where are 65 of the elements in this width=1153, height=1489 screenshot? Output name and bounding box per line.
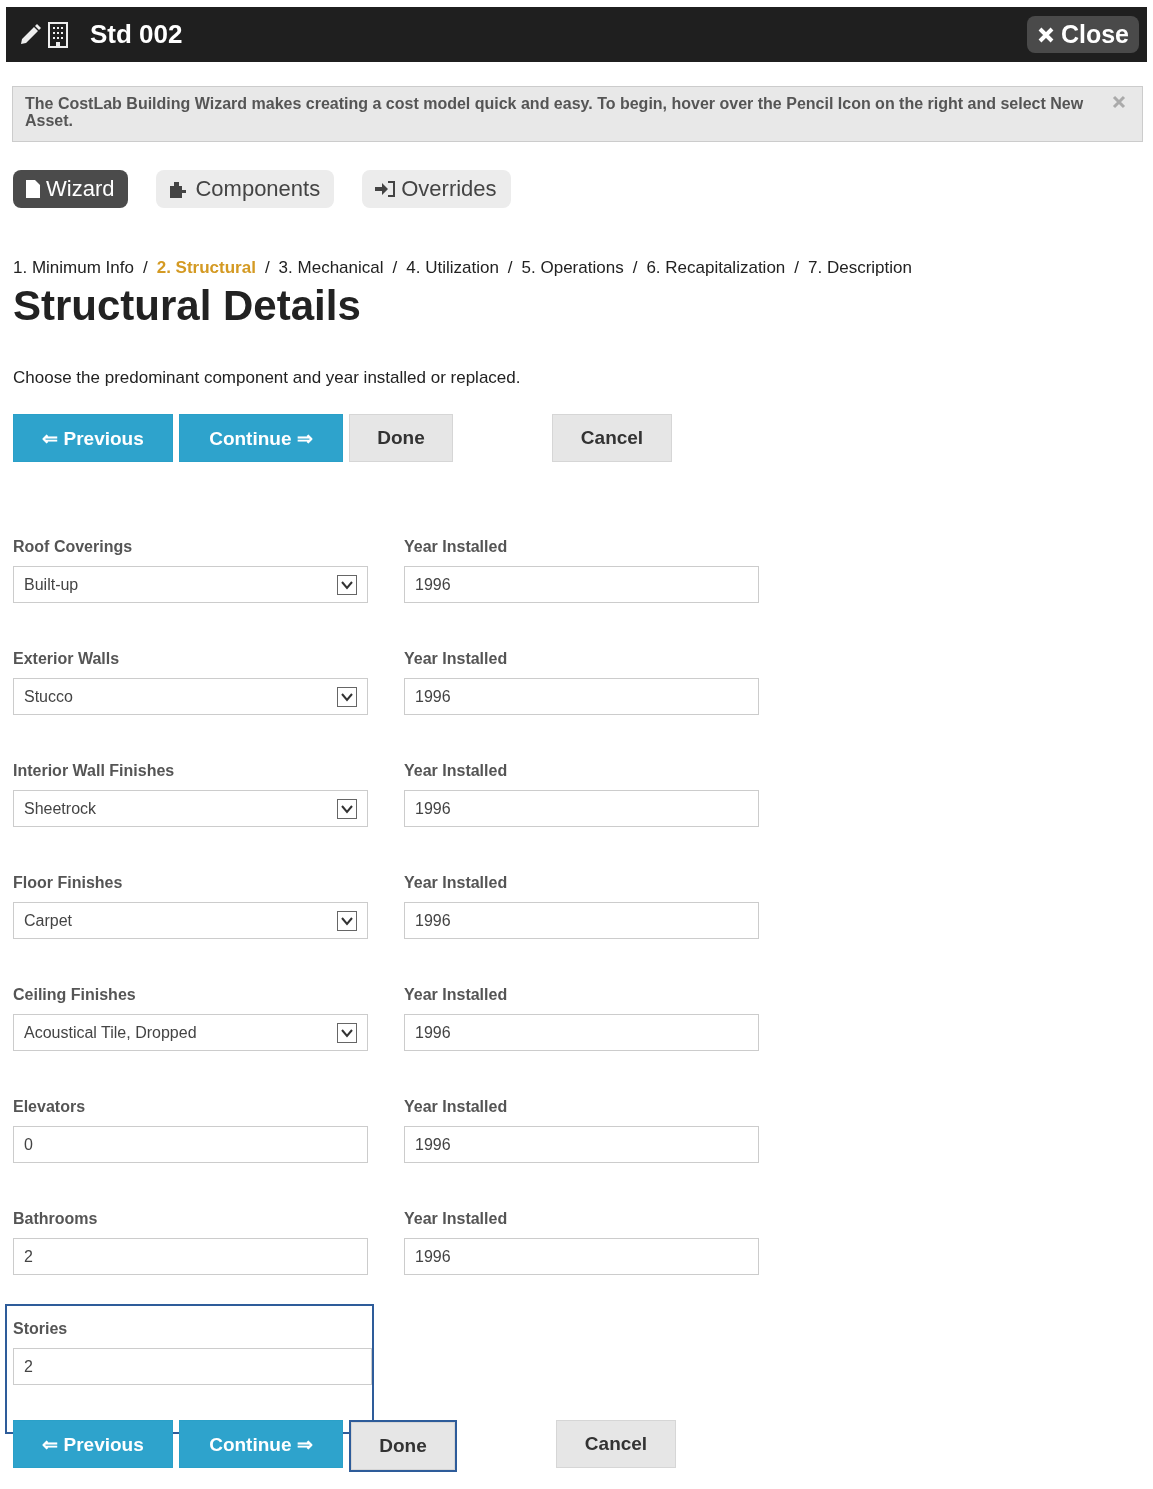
dropdown-icon (337, 686, 357, 707)
input-field[interactable]: 0 (13, 1126, 368, 1163)
field-label: Stories (13, 1320, 69, 1338)
field-label: Year Installed (404, 986, 509, 1004)
window-title: Std 002 (90, 19, 184, 50)
close-icon[interactable] (1112, 95, 1126, 109)
separator: / (142, 258, 148, 278)
info-text: The CostLab Building Wizard makes creating a cost model quick and easy. To begin, hover over the Pencil Icon on the right and select New Asset. (25, 95, 1085, 129)
field-label: Year Installed (404, 650, 509, 668)
input-field[interactable]: 1996 (404, 1126, 759, 1163)
cancel-button[interactable]: Cancel (556, 1420, 676, 1468)
dropdown-icon (337, 798, 357, 819)
input-field[interactable]: 2 (13, 1348, 372, 1385)
step-link[interactable]: 1. Minimum Info (13, 258, 134, 278)
document-icon (25, 180, 41, 198)
field-label: Year Installed (404, 1210, 509, 1228)
step-link[interactable]: 3. Mechanical (278, 258, 384, 278)
select-field[interactable]: Acoustical Tile, Dropped (13, 1014, 368, 1051)
select-field[interactable]: Carpet (13, 902, 368, 939)
dropdown-icon (337, 574, 357, 595)
instruction-text: Choose the predominant component and year installed or replaced. (13, 368, 522, 388)
close-icon (1036, 25, 1055, 44)
input-field[interactable]: 2 (13, 1238, 368, 1275)
input-field[interactable]: 1996 (404, 902, 759, 939)
sign-in-icon (374, 180, 397, 198)
tab[interactable]: Wizard (13, 170, 129, 208)
input-field[interactable]: 1996 (404, 1014, 759, 1051)
separator: / (794, 258, 800, 278)
input-field[interactable]: 1996 (404, 678, 759, 715)
field-label: Interior Wall Finishes (13, 762, 176, 780)
field-label: Roof Coverings (13, 538, 134, 556)
field-label: Year Installed (404, 538, 509, 556)
field-label: Year Installed (404, 1098, 509, 1116)
wizard-button[interactable]: Done (351, 1422, 455, 1470)
select-field[interactable]: Built-up (13, 566, 368, 603)
input-field[interactable]: 1996 (404, 1238, 759, 1275)
cancel-button[interactable]: Cancel (552, 414, 672, 462)
select-field[interactable]: Sheetrock (13, 790, 368, 827)
tab[interactable]: Components (156, 170, 335, 208)
page-title: Structural Details (13, 282, 362, 330)
building-icon (48, 21, 68, 48)
step-link[interactable]: 7. Description (808, 258, 912, 278)
close-button[interactable]: Close (1026, 16, 1139, 53)
input-field[interactable]: 1996 (404, 566, 759, 603)
wizard-button[interactable]: Done (349, 414, 453, 462)
separator: / (392, 258, 398, 278)
select-field[interactable]: Stucco (13, 678, 368, 715)
dropdown-icon (337, 1022, 357, 1043)
separator: / (507, 258, 513, 278)
field-label: Floor Finishes (13, 874, 124, 892)
dropdown-icon (337, 910, 357, 931)
input-field[interactable]: 1996 (404, 790, 759, 827)
field-label: Exterior Walls (13, 650, 121, 668)
field-label: Year Installed (404, 874, 509, 892)
separator: / (264, 258, 270, 278)
field-label: Elevators (13, 1098, 87, 1116)
separator: / (632, 258, 638, 278)
field-label: Bathrooms (13, 1210, 99, 1228)
step-link[interactable]: 6. Recapitalization (646, 258, 786, 278)
pencil-icon (18, 22, 42, 47)
tab[interactable]: Overrides (362, 170, 511, 208)
field-label: Year Installed (404, 762, 509, 780)
step-link[interactable]: 5. Operations (521, 258, 624, 278)
step-link[interactable]: 4. Utilization (406, 258, 499, 278)
field-label: Ceiling Finishes (13, 986, 137, 1004)
